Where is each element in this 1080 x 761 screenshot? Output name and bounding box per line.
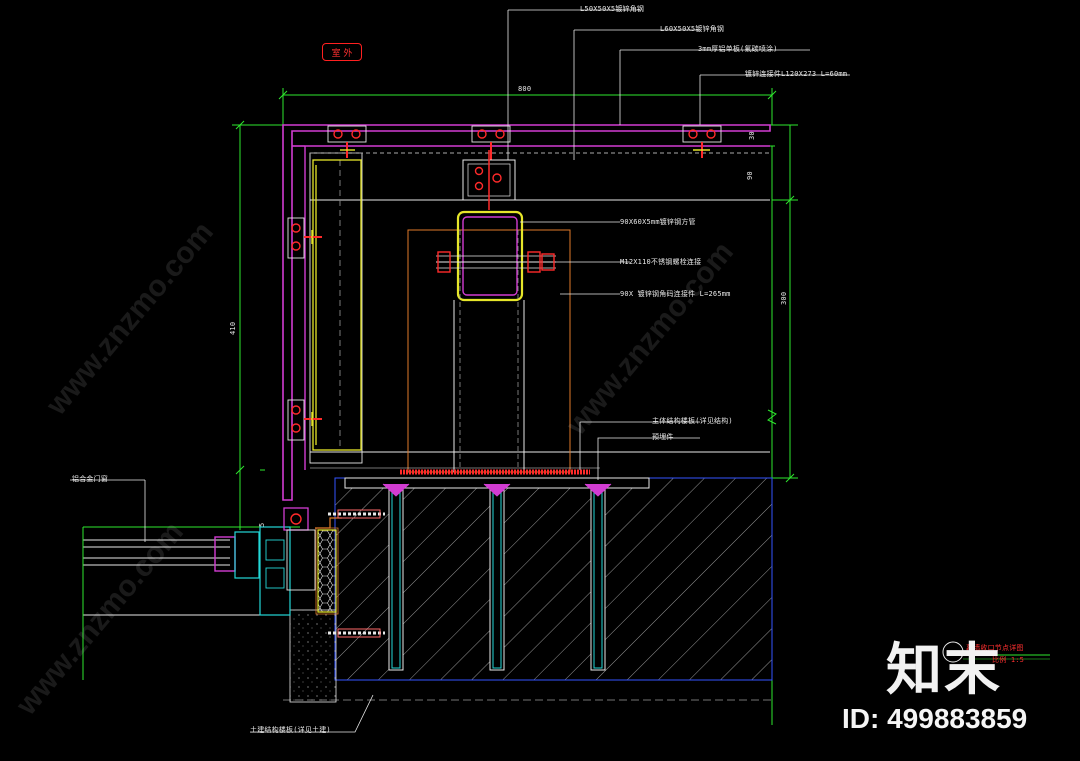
top-dimension (278, 88, 777, 125)
callout-structure-note: 主体结构楼板(详见结构) (652, 417, 733, 425)
steel-tube (453, 210, 525, 472)
room-tag: 室 外 (322, 43, 362, 61)
callout-aluminum-panel: 3mm厚铝单板(氟碳喷涂) (698, 45, 778, 53)
watermark-id: ID: 499883859 (842, 703, 1028, 734)
callout-steel-angle-2: L60X50X5镀锌角钢 (660, 25, 725, 33)
stud-plate (407, 229, 571, 473)
steel-angle-vertical (312, 159, 362, 451)
callout-embed-plate: 预埋件 (652, 433, 674, 441)
left-dimension (232, 120, 300, 530)
callout-bolt-mid: M12X110不锈钢螺栓连接 (620, 258, 702, 266)
callout-steel-angle-1: L50X50X5镀锌角钢 (580, 5, 645, 13)
dim-right-height: 300 (780, 291, 788, 305)
callout-steel-tube: 90X60X5mm镀锌钢方管 (620, 218, 696, 226)
watermark-logo: 知末 (886, 638, 1002, 703)
insulation-filler (315, 527, 339, 615)
through-bolt (436, 251, 556, 273)
dim-left-height: 410 (229, 321, 237, 335)
callout-glass-note: 铝合金门窗 (72, 475, 108, 483)
hanger-bracket (462, 150, 516, 210)
concrete-slab (283, 467, 773, 703)
callout-stud-plate: 90X 镀锌钢角码连接件 L=265mm (620, 290, 731, 298)
dim-top-width: 800 (518, 85, 532, 93)
dim-base-small: 5 (258, 522, 266, 527)
callout-bolt-top: 镀锌连接件L120X273 L=60mm (745, 70, 848, 78)
dim-top-offset: 30 (748, 131, 756, 140)
dim-right-offset: 90 (746, 171, 754, 180)
aluminum-panel (282, 124, 771, 501)
callout-bottom-note: 土建结构楼板(详见土建) (250, 726, 331, 734)
